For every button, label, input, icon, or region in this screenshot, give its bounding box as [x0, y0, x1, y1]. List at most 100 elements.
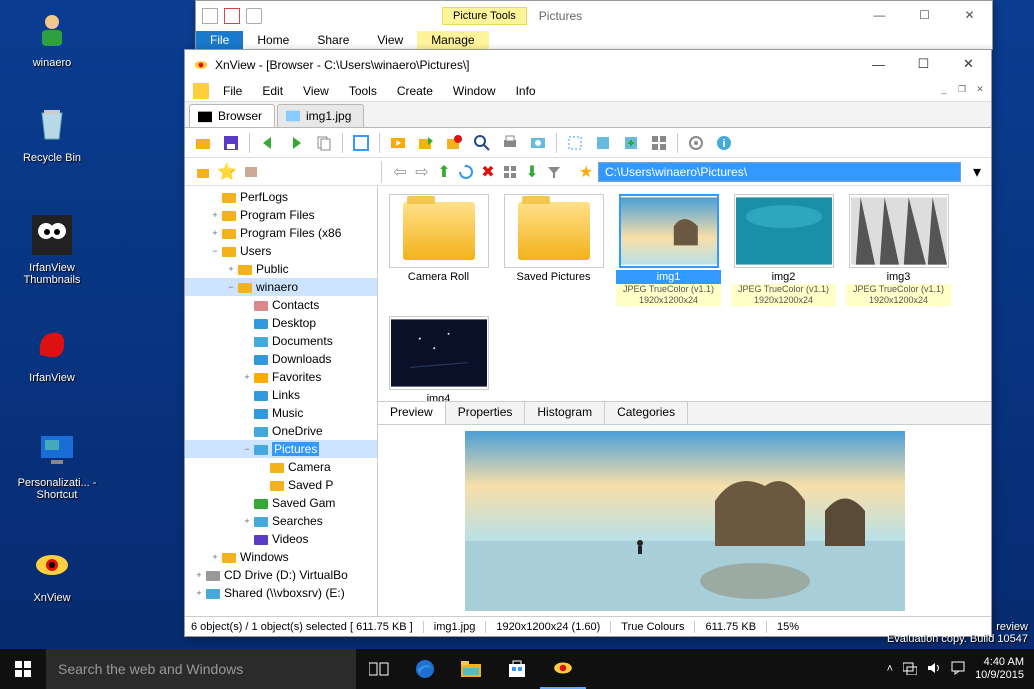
nav-view-icon[interactable]: [500, 162, 520, 182]
task-view-icon[interactable]: [356, 649, 402, 689]
about-icon[interactable]: i: [712, 131, 736, 155]
nav-up-icon[interactable]: ⬆: [434, 162, 454, 182]
nav-star-icon[interactable]: ★: [576, 162, 596, 182]
acquire-icon[interactable]: [526, 131, 550, 155]
qat-icon[interactable]: [202, 8, 218, 24]
slideshow-icon[interactable]: [386, 131, 410, 155]
copy2-icon[interactable]: [591, 131, 615, 155]
menu-tools[interactable]: Tools: [339, 82, 387, 100]
tree-node[interactable]: −Users: [185, 242, 377, 260]
menu-file[interactable]: File: [213, 82, 252, 100]
desktop-icon-irfanview[interactable]: IrfanView: [15, 325, 89, 384]
tree-node[interactable]: −Pictures: [185, 440, 377, 458]
cut-icon[interactable]: [563, 131, 587, 155]
expand-icon[interactable]: +: [209, 228, 221, 238]
tree-node[interactable]: Contacts: [185, 296, 377, 314]
tree-node[interactable]: Downloads: [185, 350, 377, 368]
address-dropdown-icon[interactable]: ▾: [967, 162, 987, 182]
nav-filter-icon[interactable]: [544, 162, 564, 182]
tree-node[interactable]: +Searches: [185, 512, 377, 530]
address-bar[interactable]: C:\Users\winaero\Pictures\: [598, 162, 961, 182]
thumbnail-img2[interactable]: img2JPEG TrueColor (v1.1)1920x1200x24: [731, 194, 836, 306]
desktop-icon-irfanview-thumb[interactable]: IrfanView Thumbnails: [15, 215, 89, 286]
tray-notifications-icon[interactable]: [951, 661, 965, 678]
mdi-restore-icon[interactable]: ❐: [955, 82, 969, 96]
expand-icon[interactable]: +: [241, 372, 253, 382]
tree-node[interactable]: PerfLogs: [185, 188, 377, 206]
expand-icon[interactable]: −: [209, 246, 221, 256]
tree-node[interactable]: +Program Files (x86: [185, 224, 377, 242]
menu-view[interactable]: View: [293, 82, 339, 100]
settings-icon[interactable]: [684, 131, 708, 155]
desktop-icon-winaero[interactable]: winaero: [15, 10, 89, 69]
desktop-icon-personalization[interactable]: Personalizati... - Shortcut: [15, 430, 99, 501]
nav-refresh-icon[interactable]: [456, 162, 476, 182]
batch-icon[interactable]: [442, 131, 466, 155]
folder-tree[interactable]: PerfLogs+Program Files+Program Files (x8…: [185, 186, 378, 616]
taskbar-clock[interactable]: 4:40 AM 10/9/2015: [975, 656, 1024, 682]
tab-browser[interactable]: Browser: [189, 104, 275, 127]
tree-node[interactable]: +Public: [185, 260, 377, 278]
qat-icon[interactable]: [246, 8, 262, 24]
menu-window[interactable]: Window: [443, 82, 506, 100]
mdi-close-icon[interactable]: ✕: [973, 82, 987, 96]
thumbnail-saved-pictures[interactable]: Saved Pictures: [501, 194, 606, 306]
expand-icon[interactable]: +: [241, 516, 253, 526]
taskbar-search[interactable]: Search the web and Windows: [46, 649, 356, 689]
menu-edit[interactable]: Edit: [252, 82, 293, 100]
explorer-icon[interactable]: [448, 649, 494, 689]
tree-node[interactable]: Camera: [185, 458, 377, 476]
minimize-button[interactable]: —: [856, 50, 901, 78]
picture-tools-tab[interactable]: Picture Tools: [442, 7, 527, 25]
tree-node[interactable]: −winaero: [185, 278, 377, 296]
expand-icon[interactable]: +: [209, 210, 221, 220]
preview-pane[interactable]: [378, 425, 991, 616]
paste-icon[interactable]: [619, 131, 643, 155]
grid-icon[interactable]: [647, 131, 671, 155]
back-icon[interactable]: [256, 131, 280, 155]
save-icon[interactable]: [219, 131, 243, 155]
qat-icon[interactable]: [224, 8, 240, 24]
expand-icon[interactable]: −: [225, 282, 237, 292]
tab-histogram[interactable]: Histogram: [525, 402, 605, 424]
expand-icon[interactable]: +: [193, 588, 205, 598]
tree-node[interactable]: +Program Files: [185, 206, 377, 224]
expand-icon[interactable]: +: [193, 570, 205, 580]
expand-icon[interactable]: +: [209, 552, 221, 562]
xnview-taskbar-icon[interactable]: [540, 649, 586, 689]
thumbnail-camera-roll[interactable]: Camera Roll: [386, 194, 491, 306]
tray-volume-icon[interactable]: [927, 661, 941, 678]
maximize-button[interactable]: ☐: [901, 50, 946, 78]
xnview-titlebar[interactable]: XnView - [Browser - C:\Users\winaero\Pic…: [185, 50, 991, 80]
menu-create[interactable]: Create: [387, 82, 443, 100]
tab-preview[interactable]: Preview: [378, 402, 446, 424]
nav-back-icon[interactable]: ⇦: [390, 162, 410, 182]
copy-icon[interactable]: [312, 131, 336, 155]
print-icon[interactable]: [498, 131, 522, 155]
thumbnail-img1[interactable]: img1JPEG TrueColor (v1.1)1920x1200x24: [616, 194, 721, 306]
mdi-minimize-icon[interactable]: _: [937, 82, 951, 96]
close-button[interactable]: ✕: [946, 50, 991, 78]
tree-up-icon[interactable]: [193, 162, 213, 182]
tree-node[interactable]: Desktop: [185, 314, 377, 332]
tree-node[interactable]: Saved P: [185, 476, 377, 494]
fullscreen-icon[interactable]: [349, 131, 373, 155]
tab-image[interactable]: img1.jpg: [277, 104, 364, 127]
tree-refresh-icon[interactable]: [241, 162, 261, 182]
tree-node[interactable]: Videos: [185, 530, 377, 548]
tree-node[interactable]: Links: [185, 386, 377, 404]
desktop-icon-recycle-bin[interactable]: Recycle Bin: [15, 105, 89, 164]
start-button[interactable]: [0, 649, 46, 689]
desktop-icon-xnview[interactable]: XnView: [15, 545, 89, 604]
forward-icon[interactable]: [284, 131, 308, 155]
tray-network-icon[interactable]: [903, 661, 917, 678]
tree-node[interactable]: Saved Gam: [185, 494, 377, 512]
expand-icon[interactable]: −: [241, 444, 253, 454]
open-icon[interactable]: [191, 131, 215, 155]
edge-icon[interactable]: [402, 649, 448, 689]
nav-stop-icon[interactable]: ✖: [478, 162, 498, 182]
thumbnail-img3[interactable]: img3JPEG TrueColor (v1.1)1920x1200x24: [846, 194, 951, 306]
tab-properties[interactable]: Properties: [446, 402, 526, 424]
store-icon[interactable]: [494, 649, 540, 689]
search-icon[interactable]: [470, 131, 494, 155]
